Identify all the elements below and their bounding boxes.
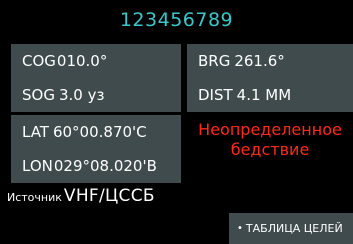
source-label: Источник: [7, 191, 62, 204]
dsc-distress-screen: 123456789 COG 010.0° SOG 3.0 уз BRG 261.…: [0, 0, 353, 244]
lat-row: LAT 60°00.870'С: [11, 115, 181, 149]
lon-row: LON 029°08.020'В: [11, 149, 181, 183]
mmsi-number: 123456789: [119, 9, 234, 31]
course-speed-panel: COG 010.0° SOG 3.0 уз: [11, 44, 181, 112]
dist-label: DIST: [198, 86, 233, 104]
brg-value: 261.6°: [234, 52, 285, 70]
lon-label: LON: [22, 157, 53, 175]
position-panel: LAT 60°00.870'С LON 029°08.020'В: [11, 115, 181, 183]
cog-value: 010.0°: [56, 52, 108, 70]
brg-row: BRG 261.6°: [187, 44, 353, 78]
distress-nature-text: Неопределенное бедствие: [198, 120, 342, 159]
dist-row: DIST 4.1 ММ: [187, 78, 353, 112]
source-info: Источник VHF/ЦССБ: [7, 186, 155, 212]
target-table-button[interactable]: • ТАБЛИЦА ЦЕЛЕЙ: [229, 213, 353, 244]
bullet-icon: •: [237, 223, 243, 234]
brg-label: BRG: [198, 52, 231, 70]
source-value: VHF/ЦССБ: [63, 186, 155, 206]
sog-label: SOG: [22, 86, 55, 104]
sog-row: SOG 3.0 уз: [11, 78, 181, 112]
lat-value: 60°00.870'С: [52, 123, 147, 141]
sog-value: 3.0 уз: [58, 86, 105, 104]
bearing-distance-panel: BRG 261.6° DIST 4.1 ММ: [187, 44, 353, 112]
target-table-label: ТАБЛИЦА ЦЕЛЕЙ: [245, 222, 343, 235]
dist-value: 4.1 ММ: [236, 86, 292, 104]
lon-value: 029°08.020'В: [53, 157, 157, 175]
lat-label: LAT: [22, 123, 49, 141]
mmsi-title: 123456789: [0, 0, 353, 40]
cog-row: COG 010.0°: [11, 44, 181, 78]
cog-label: COG: [22, 52, 56, 70]
